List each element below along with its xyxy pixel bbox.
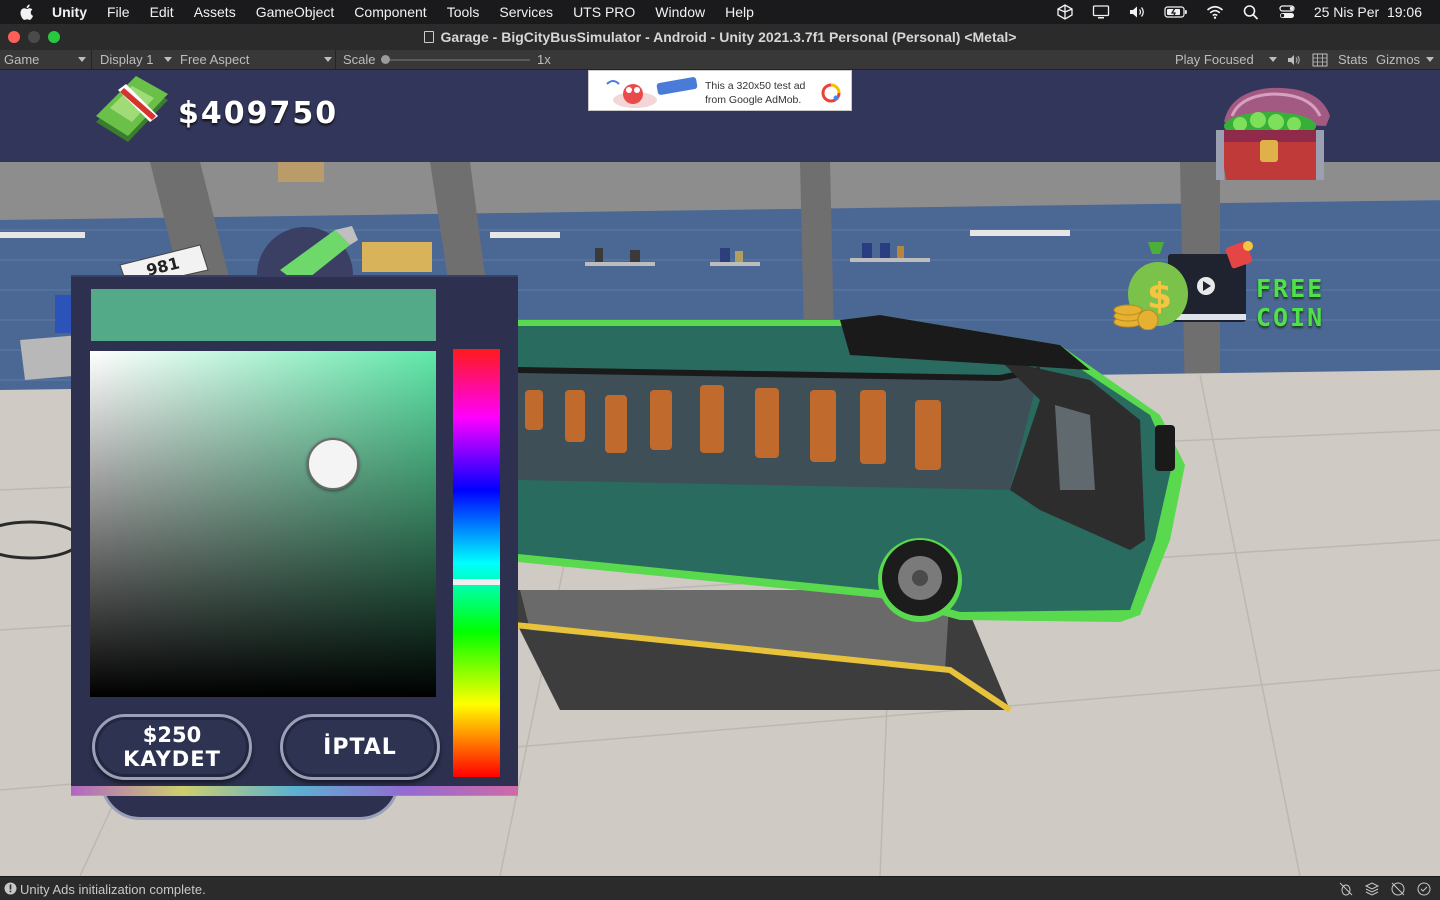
free-coin-label: FREE COIN [1256,274,1325,332]
document-icon [423,31,434,43]
ad-banner[interactable]: This a 320x50 test ad from Google AdMob. [588,70,852,111]
chevron-down-icon [164,57,172,62]
menu-app-name[interactable]: Unity [52,4,87,20]
game-view-dropdown[interactable]: Game [4,52,39,67]
menu-services[interactable]: Services [499,4,553,20]
window-title-bar: Garage - BigCityBusSimulator - Android -… [0,24,1440,50]
menu-edit[interactable]: Edit [150,4,174,20]
cancel-label: İPTAL [323,735,397,760]
scale-value: 1x [537,52,551,67]
selected-color-preview [91,289,436,341]
menubar-datetime[interactable]: 25 Nis Per 19:06 [1314,4,1422,20]
menu-uts-pro[interactable]: UTS PRO [573,4,635,20]
menu-assets[interactable]: Assets [194,4,236,20]
scale-label: Scale [343,52,376,67]
hue-slider-handle[interactable] [453,579,500,585]
network-disabled-icon[interactable] [1390,881,1406,897]
ad-text-line1: This a 320x50 test ad [705,80,806,92]
ad-text: This a 320x50 test ad from Google AdMob. [705,79,805,107]
money-bag-video-icon: $ [1113,241,1253,330]
play-mode-dropdown[interactable]: Play Focused [1175,52,1254,67]
grid-toggle-icon[interactable] [1312,53,1328,67]
menu-tools[interactable]: Tools [447,4,480,20]
money-balance: $409750 [178,96,339,131]
chevron-down-icon [1269,57,1277,62]
toolbar-divider [91,50,92,70]
stats-button[interactable]: Stats [1338,52,1368,67]
gizmos-button[interactable]: Gizmos [1376,52,1420,67]
unity-cube-icon[interactable] [1056,4,1074,20]
wifi-icon[interactable] [1206,4,1224,20]
stack-layers-icon[interactable] [1364,881,1380,897]
save-button[interactable]: $250 KAYDET [92,714,252,780]
hue-slider[interactable] [453,349,500,777]
menu-window[interactable]: Window [655,4,705,20]
saturation-value-handle[interactable] [307,438,359,490]
window-title: Garage - BigCityBusSimulator - Android -… [0,29,1440,45]
display-dropdown[interactable]: Display 1 [100,52,153,67]
check-circle-icon[interactable] [1416,881,1432,897]
menu-help[interactable]: Help [725,4,754,20]
free-coin-button[interactable]: $ FREE COIN [1108,236,1396,332]
display-icon[interactable] [1092,4,1110,20]
status-bar: Unity Ads initialization complete. [0,876,1440,900]
scale-slider-track[interactable] [386,59,530,61]
game-view-toolbar: Game Display 1 Free Aspect Scale 1x Play… [0,50,1440,70]
apple-icon[interactable] [18,3,36,21]
menu-file[interactable]: File [107,4,130,20]
mute-audio-icon[interactable] [1287,53,1301,67]
battery-icon[interactable] [1164,4,1188,20]
chevron-down-icon [78,57,86,62]
ad-illustration-icon [593,74,701,109]
spotlight-search-icon[interactable] [1242,4,1260,20]
volume-icon[interactable] [1128,4,1146,20]
menu-component[interactable]: Component [354,4,426,20]
scale-slider-handle[interactable] [381,55,390,64]
admob-logo-icon [821,83,841,103]
menu-gameobject[interactable]: GameObject [256,4,335,20]
status-icons [1338,881,1432,897]
chevron-down-icon [324,57,332,62]
cash-stack-icon [96,76,168,142]
game-view[interactable]: 981 $409750 This a 320x50 test ad from G… [0,70,1440,876]
menu-bar: Unity File Edit Assets GameObject Compon… [0,0,1440,24]
cancel-button[interactable]: İPTAL [280,714,440,780]
control-center-icon[interactable] [1278,4,1296,20]
status-message[interactable]: Unity Ads initialization complete. [20,882,206,897]
menubar-status-area: 25 Nis Per 19:06 [1056,0,1422,24]
panel-rainbow-underglow [71,786,518,796]
ad-text-line2: from Google AdMob. [705,94,802,106]
save-price: $250 [142,723,202,747]
bug-disabled-icon[interactable] [1338,881,1354,897]
window-title-text: Garage - BigCityBusSimulator - Android -… [440,29,1017,45]
saturation-value-area[interactable] [90,351,436,697]
info-icon [4,882,17,895]
aspect-dropdown[interactable]: Free Aspect [180,52,249,67]
toolbar-divider [335,50,336,70]
treasure-chest-icon[interactable] [1210,86,1336,190]
chevron-down-icon [1426,57,1434,62]
save-label: KAYDET [123,747,221,771]
color-picker-panel: $250 KAYDET İPTAL [71,275,518,795]
